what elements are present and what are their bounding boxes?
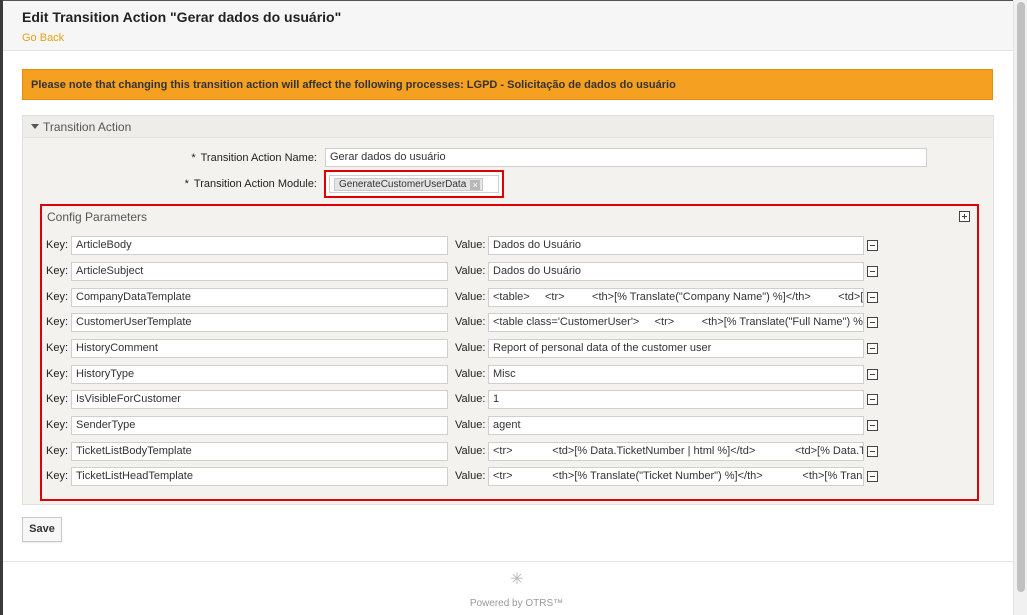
config-parameters: Config Parameters Key: ArticleBody Value… bbox=[40, 204, 979, 501]
key-input[interactable]: IsVisibleForCustomer bbox=[71, 390, 448, 409]
param-row: Key: TicketListBodyTemplate Value: <tr> … bbox=[42, 442, 977, 462]
value-label: Value: bbox=[455, 239, 486, 251]
transition-action-name-input[interactable]: Gerar dados do usuário bbox=[325, 148, 927, 167]
config-title: Config Parameters bbox=[47, 210, 148, 224]
param-row: Key: TicketListHeadTemplate Value: <tr> … bbox=[42, 467, 977, 487]
key-label: Key: bbox=[46, 239, 69, 251]
key-input[interactable]: CompanyDataTemplate bbox=[71, 288, 448, 307]
value-input[interactable]: Report of personal data of the customer … bbox=[488, 339, 864, 358]
remove-parameter-icon[interactable] bbox=[867, 240, 878, 251]
value-label: Value: bbox=[455, 265, 486, 277]
key-label: Key: bbox=[46, 445, 69, 457]
key-label: Key: bbox=[46, 342, 69, 354]
remove-parameter-icon[interactable] bbox=[867, 292, 878, 303]
value-label: Value: bbox=[455, 419, 486, 431]
transition-action-header[interactable]: Transition Action bbox=[23, 116, 993, 138]
key-label: Key: bbox=[46, 316, 69, 328]
key-label: Key: bbox=[46, 265, 69, 277]
param-row: Key: HistoryType Value: Misc bbox=[42, 365, 977, 385]
key-input[interactable]: CustomerUserTemplate bbox=[71, 313, 448, 332]
key-input[interactable]: ArticleBody bbox=[71, 236, 448, 255]
module-highlight: GenerateCustomerUserData × bbox=[324, 170, 504, 198]
value-label: Value: bbox=[455, 316, 486, 328]
param-row: Key: ArticleSubject Value: Dados do Usuá… bbox=[42, 262, 977, 282]
value-label: Value: bbox=[455, 470, 486, 482]
remove-parameter-icon[interactable] bbox=[867, 420, 878, 431]
scrollbar-thumb[interactable] bbox=[1017, 2, 1025, 592]
value-label: Value: bbox=[455, 368, 486, 380]
remove-parameter-icon[interactable] bbox=[867, 394, 878, 405]
value-input[interactable]: 1 bbox=[488, 390, 864, 409]
key-label: Key: bbox=[46, 419, 69, 431]
value-input[interactable]: Dados do Usuário bbox=[488, 236, 864, 255]
collapse-caret-icon[interactable] bbox=[31, 124, 39, 129]
remove-parameter-icon[interactable] bbox=[867, 446, 878, 457]
value-input[interactable]: agent bbox=[488, 416, 864, 435]
param-row: Key: SenderType Value: agent bbox=[42, 416, 977, 436]
module-chip: GenerateCustomerUserData × bbox=[334, 178, 484, 191]
transition-action-module-select[interactable]: GenerateCustomerUserData × bbox=[329, 175, 499, 193]
module-chip-label: GenerateCustomerUserData bbox=[339, 179, 467, 190]
value-label: Value: bbox=[455, 342, 486, 354]
key-input[interactable]: SenderType bbox=[71, 416, 448, 435]
go-back-link[interactable]: Go Back bbox=[22, 32, 64, 44]
value-input[interactable]: Misc bbox=[488, 365, 864, 384]
key-input[interactable]: HistoryType bbox=[71, 365, 448, 384]
remove-parameter-icon[interactable] bbox=[867, 266, 878, 277]
value-input[interactable]: <tr> <td>[% Data.TicketNumber | html %]<… bbox=[488, 442, 864, 461]
value-label: Value: bbox=[455, 445, 486, 457]
remove-chip-icon[interactable]: × bbox=[470, 180, 481, 190]
param-row: Key: ArticleBody Value: Dados do Usuário bbox=[42, 236, 977, 256]
process-notice: Please note that changing this transitio… bbox=[22, 69, 993, 100]
section-title: Transition Action bbox=[43, 120, 132, 134]
key-input[interactable]: HistoryComment bbox=[71, 339, 448, 358]
value-label: Value: bbox=[455, 393, 486, 405]
remove-parameter-icon[interactable] bbox=[867, 343, 878, 354]
param-row: Key: CompanyDataTemplate Value: <table> … bbox=[42, 288, 977, 308]
value-input[interactable]: Dados do Usuário bbox=[488, 262, 864, 281]
add-parameter-icon[interactable] bbox=[959, 211, 970, 222]
value-input[interactable]: <table class='CustomerUser'> <tr> <th>[%… bbox=[488, 313, 864, 332]
remove-parameter-icon[interactable] bbox=[867, 471, 878, 482]
window-edge bbox=[0, 0, 3, 615]
key-label: Key: bbox=[46, 470, 69, 482]
page-title: Edit Transition Action "Gerar dados do u… bbox=[22, 9, 342, 25]
page-header: Edit Transition Action "Gerar dados do u… bbox=[3, 1, 1013, 51]
key-input[interactable]: TicketListBodyTemplate bbox=[71, 442, 448, 461]
remove-parameter-icon[interactable] bbox=[867, 317, 878, 328]
key-input[interactable]: ArticleSubject bbox=[71, 262, 448, 281]
save-button[interactable]: Save bbox=[22, 517, 62, 542]
otrs-logo-icon: ✳ bbox=[510, 571, 524, 588]
footer-divider bbox=[3, 561, 1013, 562]
key-label: Key: bbox=[46, 368, 69, 380]
param-row: Key: CustomerUserTemplate Value: <table … bbox=[42, 313, 977, 333]
param-row: Key: HistoryComment Value: Report of per… bbox=[42, 339, 977, 359]
transition-action-name-label: * Transition Action Name: bbox=[191, 152, 317, 164]
config-parameters-header: Config Parameters bbox=[42, 206, 977, 228]
key-label: Key: bbox=[46, 291, 69, 303]
param-row: Key: IsVisibleForCustomer Value: 1 bbox=[42, 390, 977, 410]
notice-text: Please note that changing this transitio… bbox=[31, 79, 676, 91]
transition-action-module-label: * Transition Action Module: bbox=[184, 178, 317, 190]
remove-parameter-icon[interactable] bbox=[867, 369, 878, 380]
value-input[interactable]: <tr> <th>[% Translate("Ticket Number") %… bbox=[488, 467, 864, 486]
vertical-scrollbar[interactable] bbox=[1013, 0, 1027, 615]
value-input[interactable]: <table> <tr> <th>[% Translate("Company N… bbox=[488, 288, 864, 307]
value-label: Value: bbox=[455, 291, 486, 303]
key-label: Key: bbox=[46, 393, 69, 405]
powered-by-text: Powered by OTRS™ bbox=[469, 598, 564, 609]
key-input[interactable]: TicketListHeadTemplate bbox=[71, 467, 448, 486]
